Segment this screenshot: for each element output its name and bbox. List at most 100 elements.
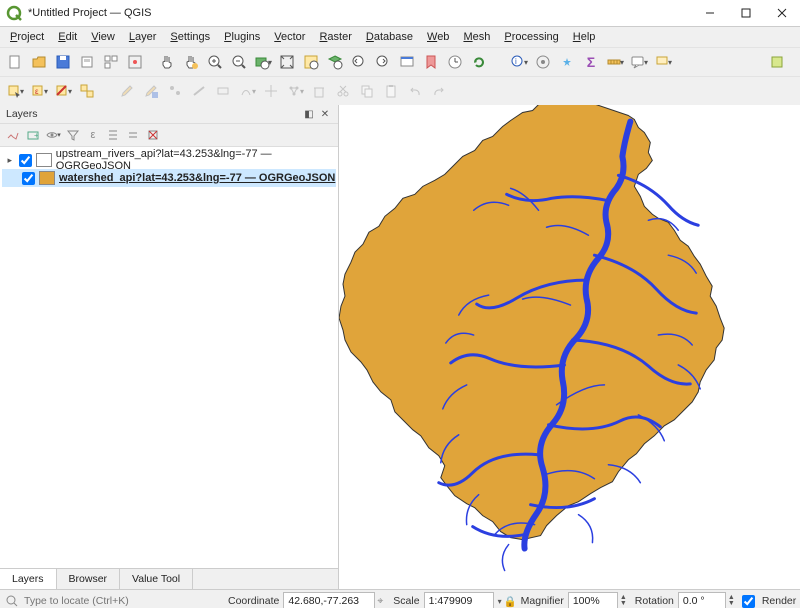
zoom-next-button[interactable] xyxy=(372,51,394,73)
temporal-button[interactable] xyxy=(444,51,466,73)
menu-view[interactable]: View xyxy=(85,30,121,44)
style-manager-button[interactable] xyxy=(124,51,146,73)
action-button[interactable] xyxy=(532,51,554,73)
menu-database[interactable]: Database xyxy=(360,30,419,44)
menu-vector[interactable]: Vector xyxy=(268,30,311,44)
save-project-button[interactable] xyxy=(52,51,74,73)
zoom-out-button[interactable] xyxy=(228,51,250,73)
pan-selection-button[interactable] xyxy=(180,51,202,73)
delete-selected-button[interactable] xyxy=(308,80,330,102)
redo-button[interactable] xyxy=(428,80,450,102)
expand-icon[interactable]: ▸ xyxy=(4,155,15,166)
menu-mesh[interactable]: Mesh xyxy=(457,30,496,44)
expand-all-button[interactable] xyxy=(104,126,122,144)
scale-field[interactable]: 1:479909 xyxy=(424,592,494,608)
rotation-label: Rotation xyxy=(635,595,674,607)
new-virtual-layer-button[interactable] xyxy=(556,51,578,73)
lock-scale-icon[interactable]: 🔒 xyxy=(504,595,517,608)
coordinate-toggle-icon[interactable]: ⌖ xyxy=(377,595,383,608)
menu-web[interactable]: Web xyxy=(421,30,455,44)
menu-processing[interactable]: Processing xyxy=(498,30,564,44)
add-polygon-button[interactable] xyxy=(212,80,234,102)
measure-button[interactable]: ▾ xyxy=(604,51,626,73)
new-bookmark-button[interactable] xyxy=(420,51,442,73)
filter-legend-button[interactable] xyxy=(64,126,82,144)
stats-button[interactable]: Σ xyxy=(580,51,602,73)
select-by-value-button[interactable]: ε▾ xyxy=(28,80,50,102)
watershed-polygon xyxy=(339,105,724,540)
new-project-button[interactable] xyxy=(4,51,26,73)
zoom-last-button[interactable] xyxy=(348,51,370,73)
cut-features-button[interactable] xyxy=(332,80,354,102)
coordinate-field[interactable]: 42.680,-77.263 xyxy=(283,592,375,608)
layer-visibility-checkbox[interactable] xyxy=(19,154,32,167)
deselect-button[interactable]: ▾ xyxy=(52,80,74,102)
select-features-button[interactable]: ▾ xyxy=(4,80,26,102)
annotation-button[interactable]: ▾ xyxy=(652,51,674,73)
zoom-selection-button[interactable] xyxy=(300,51,322,73)
tab-layers[interactable]: Layers xyxy=(0,569,57,589)
menu-help[interactable]: Help xyxy=(567,30,602,44)
layer-tree[interactable]: ▸upstream_rivers_api?lat=43.253&lng=-77 … xyxy=(0,147,338,568)
remove-layer-button[interactable] xyxy=(144,126,162,144)
select-all-button[interactable] xyxy=(76,80,98,102)
zoom-in-button[interactable] xyxy=(204,51,226,73)
refresh-button[interactable] xyxy=(468,51,490,73)
menu-project[interactable]: Project xyxy=(4,30,50,44)
rotation-stepper[interactable]: ▲▼ xyxy=(728,595,735,607)
panel-undock-button[interactable]: ◧ xyxy=(302,107,316,121)
menu-bar: ProjectEditViewLayerSettingsPluginsVecto… xyxy=(0,27,800,47)
layout-manager-button[interactable] xyxy=(100,51,122,73)
coordinate-label: Coordinate xyxy=(228,595,279,607)
map-canvas[interactable] xyxy=(339,105,800,589)
move-feature-button[interactable] xyxy=(260,80,282,102)
maximize-button[interactable] xyxy=(728,0,764,26)
magnifier-stepper[interactable]: ▲▼ xyxy=(620,595,627,607)
minimize-button[interactable] xyxy=(692,0,728,26)
locator-input[interactable] xyxy=(24,593,224,608)
undo-button[interactable] xyxy=(404,80,426,102)
manage-visibility-button[interactable]: ▾ xyxy=(44,126,62,144)
maptips-button[interactable]: ▾ xyxy=(628,51,650,73)
layers-panel-header: Layers ◧ ✕ xyxy=(0,105,338,124)
filter-expression-button[interactable]: ε xyxy=(84,126,102,144)
panel-close-button[interactable]: ✕ xyxy=(318,107,332,121)
layer-visibility-checkbox[interactable] xyxy=(22,172,35,185)
paste-features-button[interactable] xyxy=(380,80,402,102)
pan-button[interactable] xyxy=(156,51,178,73)
print-layout-button[interactable] xyxy=(76,51,98,73)
copy-features-button[interactable] xyxy=(356,80,378,102)
style-dock-button[interactable] xyxy=(4,126,22,144)
add-group-button[interactable]: + xyxy=(24,126,42,144)
tab-browser[interactable]: Browser xyxy=(57,569,121,589)
rotation-field[interactable]: 0.0 ° xyxy=(678,592,726,608)
menu-plugins[interactable]: Plugins xyxy=(218,30,266,44)
add-line-button[interactable] xyxy=(188,80,210,102)
add-point-button[interactable] xyxy=(164,80,186,102)
scale-dropdown-icon[interactable]: ▾ xyxy=(498,597,502,606)
layer-row[interactable]: ▸upstream_rivers_api?lat=43.253&lng=-77 … xyxy=(2,151,336,169)
zoom-native-button[interactable]: ▾ xyxy=(252,51,274,73)
menu-edit[interactable]: Edit xyxy=(52,30,83,44)
close-button[interactable] xyxy=(764,0,800,26)
tab-value-tool[interactable]: Value Tool xyxy=(120,569,193,589)
render-checkbox[interactable] xyxy=(742,595,755,608)
open-project-button[interactable] xyxy=(28,51,50,73)
toggle-editing-button[interactable] xyxy=(116,80,138,102)
layers-panel-toolbar: + ▾ ε xyxy=(0,124,338,147)
menu-raster[interactable]: Raster xyxy=(313,30,357,44)
plugin-button[interactable] xyxy=(766,51,788,73)
zoom-full-button[interactable] xyxy=(276,51,298,73)
vertex-tool-button[interactable]: ▾ xyxy=(284,80,306,102)
save-edits-button[interactable] xyxy=(140,80,162,102)
new-map-view-button[interactable] xyxy=(396,51,418,73)
menu-layer[interactable]: Layer xyxy=(123,30,163,44)
menu-settings[interactable]: Settings xyxy=(164,30,216,44)
collapse-all-button[interactable] xyxy=(124,126,142,144)
zoom-layer-button[interactable] xyxy=(324,51,346,73)
digitize-button[interactable]: ▾ xyxy=(236,80,258,102)
layer-swatch-icon xyxy=(36,153,51,167)
magnifier-field[interactable]: 100% xyxy=(568,592,618,608)
layer-row[interactable]: watershed_api?lat=43.253&lng=-77 — OGRGe… xyxy=(2,169,336,187)
identify-button[interactable]: i▾ xyxy=(508,51,530,73)
